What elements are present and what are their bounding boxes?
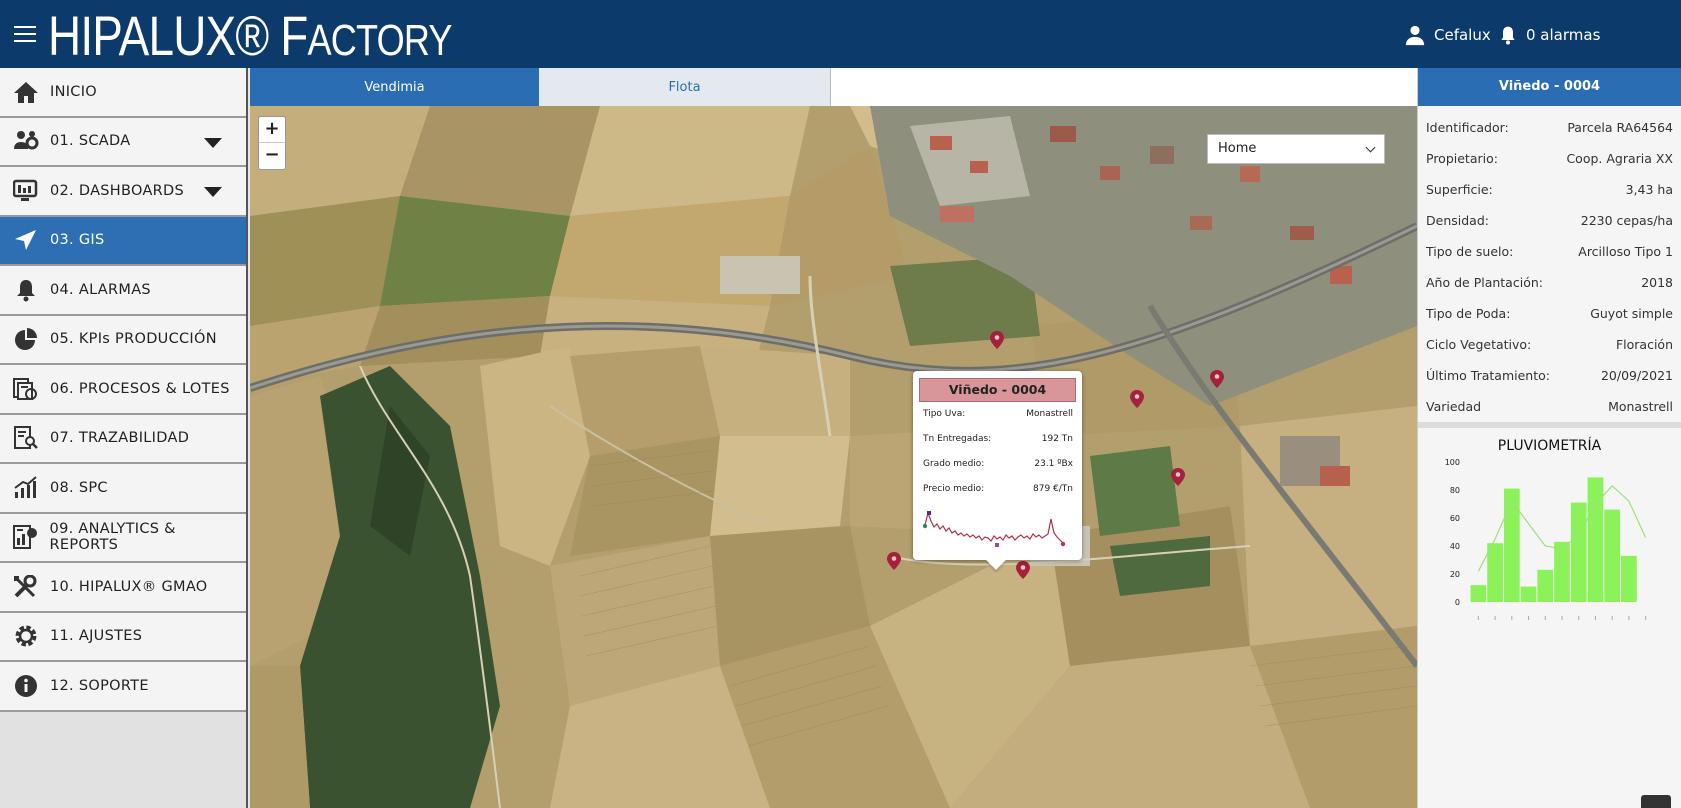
map-marker-icon[interactable]	[1210, 370, 1224, 388]
pie-chart-icon	[12, 325, 40, 353]
zoom-out-button[interactable]: −	[259, 143, 285, 169]
sidebar-item-trazabilidad[interactable]: 07. TRAZABILIDAD	[0, 414, 246, 464]
zoom-in-button[interactable]: +	[259, 117, 285, 143]
sidebar-item-kpis[interactable]: 05. KPIs PRODUCCIÓN	[0, 315, 246, 365]
vineyard-popup: Viñedo - 0004 Tipo Uva: Monastrell Tn Ent…	[913, 371, 1082, 570]
sidebar-item-gis[interactable]: 03. GIS	[0, 216, 246, 266]
hamburger-menu-icon[interactable]	[14, 26, 36, 42]
y-tick-label: 40	[1450, 542, 1460, 551]
gis-map[interactable]: + − Home Viñedo - 0004 Tipo Uva: Monastre…	[250, 106, 1417, 808]
home-icon	[12, 78, 40, 106]
tab-flota[interactable]: Flota	[539, 68, 831, 106]
user-icon	[1405, 25, 1425, 46]
map-view-select-value: Home	[1218, 141, 1257, 156]
chart-bar	[1570, 502, 1587, 602]
sidebar-item-scada[interactable]: 01. SCADA	[0, 117, 246, 167]
chart-bar	[1520, 586, 1537, 602]
details-panel: Viñedo - 0004 Identificador: Parcela RA64…	[1417, 68, 1681, 808]
chart-bar	[1537, 569, 1554, 602]
detail-row: Superficie: 3,43 ha	[1426, 182, 1673, 197]
popup-row: Tipo Uva: Monastrell	[923, 409, 1073, 419]
chart-bar	[1604, 509, 1621, 602]
navigation-icon	[12, 226, 40, 254]
app-logo: HIPALUX® FACTORY	[48, 4, 452, 67]
chart-bar	[1487, 543, 1503, 602]
map-view-select[interactable]: Home	[1207, 134, 1385, 164]
map-marker-icon[interactable]	[990, 331, 1004, 349]
details-title: Viñedo - 0004	[1418, 68, 1681, 106]
detail-row: Año de Plantación: 2018	[1426, 275, 1673, 290]
detail-row: Identificador: Parcela RA64564	[1426, 120, 1673, 135]
popup-row: Tn Entregadas: 192 Tn	[923, 434, 1073, 444]
sidebar-item-spc[interactable]: 08. SPC	[0, 464, 246, 514]
detail-row: Tipo de Poda: Guyot simple	[1426, 306, 1673, 321]
detail-row: Variedad Monastrell	[1426, 399, 1673, 414]
report-icon	[12, 523, 40, 551]
scroll-to-top-button[interactable]	[1641, 795, 1671, 808]
chevron-down-icon	[1365, 142, 1376, 153]
sidebar: INICIO 01. SCADA 02. DASHBOARDS 03. GIS …	[0, 68, 248, 808]
bell-icon	[12, 276, 40, 304]
y-tick-label: 80	[1450, 486, 1460, 495]
chart-bar	[1503, 488, 1520, 602]
sidebar-item-ajustes[interactable]: 11. AJUSTES	[0, 612, 246, 662]
sidebar-item-alarmas[interactable]: 04. ALARMAS	[0, 266, 246, 316]
y-tick-label: 60	[1450, 514, 1460, 523]
top-bar: HIPALUX® FACTORY Cefalux 0 alarmas	[0, 0, 1681, 68]
batches-icon	[12, 375, 40, 403]
popup-row: Grado medio: 23.1 ºBx	[923, 459, 1073, 469]
alarms-indicator[interactable]: 0 alarmas	[1498, 24, 1600, 46]
y-tick-label: 20	[1450, 570, 1460, 579]
chevron-down-icon[interactable]	[204, 187, 222, 197]
user-menu[interactable]: Cefalux	[1404, 24, 1491, 46]
tab-bar: Vendimia Flota	[250, 68, 1417, 106]
popup-row: Precio medio: 879 €/Tn	[923, 484, 1073, 494]
zoom-control: + −	[258, 116, 286, 170]
sidebar-item-analytics[interactable]: 09. ANALYTICS & REPORTS	[0, 513, 246, 563]
map-marker-icon[interactable]	[1016, 561, 1030, 579]
map-marker-icon[interactable]	[887, 552, 901, 570]
y-tick-label: 0	[1455, 598, 1460, 607]
user-name: Cefalux	[1434, 26, 1491, 44]
sidebar-item-procesos[interactable]: 06. PROCESOS & LOTES	[0, 365, 246, 415]
dashboard-icon	[12, 177, 40, 205]
trend-chart-icon	[12, 474, 40, 502]
divider	[1418, 422, 1681, 428]
sidebar-item-gmao[interactable]: 10. HIPALUX® GMAO	[0, 563, 246, 613]
chart-bar	[1554, 541, 1570, 602]
chart-bar	[1621, 555, 1637, 602]
popup-title: Viñedo - 0004	[919, 378, 1076, 402]
tab-vendimia[interactable]: Vendimia	[250, 68, 539, 106]
info-icon	[12, 672, 40, 700]
map-marker-icon[interactable]	[1130, 390, 1144, 408]
detail-row: Último Tratamiento: 20/09/2021	[1426, 368, 1673, 383]
users-gear-icon	[12, 127, 40, 155]
detail-row: Tipo de suelo: Arcilloso Tipo 1	[1426, 244, 1673, 259]
gear-icon	[12, 622, 40, 650]
detail-row: Propietario: Coop. Agraria XX	[1426, 151, 1673, 166]
chart-bar	[1470, 585, 1487, 602]
detail-row: Densidad: 2230 cepas/ha	[1426, 213, 1673, 228]
alarms-count: 0 alarmas	[1526, 26, 1601, 44]
y-tick-label: 100	[1445, 458, 1460, 467]
chart-bar	[1587, 477, 1604, 602]
sidebar-item-soporte[interactable]: 12. SOPORTE	[0, 662, 246, 712]
chart-title: PLUVIOMETRÍA	[1497, 438, 1602, 454]
popup-sparkline	[923, 510, 1066, 547]
bell-icon	[1501, 26, 1515, 45]
sidebar-item-dashboards[interactable]: 02. DASHBOARDS	[0, 167, 246, 217]
chevron-down-icon[interactable]	[204, 137, 222, 148]
satellite-imagery	[250, 106, 1417, 808]
detail-row: Ciclo Vegetativo: Floración	[1426, 337, 1673, 352]
map-marker-icon[interactable]	[1171, 468, 1185, 486]
document-search-icon	[12, 424, 40, 452]
tools-icon	[12, 573, 40, 601]
rainfall-chart: 100 80 60 40 20 0	[1445, 458, 1647, 620]
sidebar-item-inicio[interactable]: INICIO	[0, 68, 246, 118]
